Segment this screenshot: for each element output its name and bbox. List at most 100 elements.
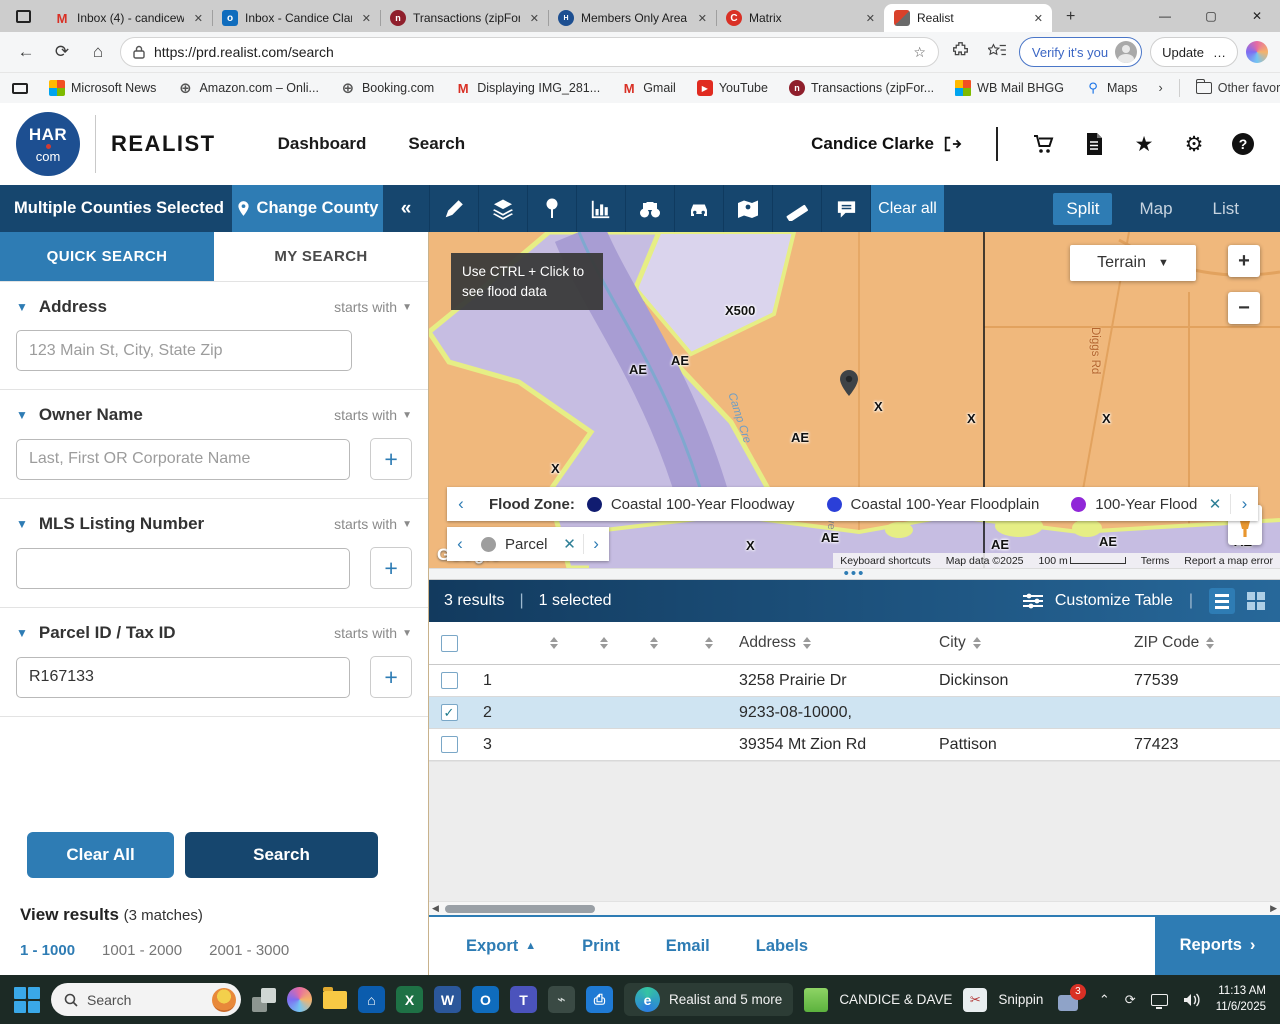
zoom-out-button[interactable]: − (1228, 292, 1260, 324)
bookmarks-overflow-icon[interactable]: › (1159, 81, 1163, 95)
excel-icon[interactable]: X (396, 986, 423, 1013)
sync-icon[interactable]: ⟳ (1125, 992, 1136, 1008)
map-view-tool-button[interactable] (723, 185, 772, 232)
mls-input[interactable] (16, 548, 350, 589)
fax-printer-icon[interactable]: ⎙ (586, 986, 613, 1013)
chevron-down-icon[interactable]: ▼ (16, 517, 28, 531)
back-icon[interactable]: ← (12, 42, 40, 62)
parcel-id-input[interactable] (16, 657, 350, 698)
chip-close-icon[interactable]: ✕ (557, 535, 583, 553)
microsoft-store-icon[interactable]: ⌂ (358, 986, 385, 1013)
email-button[interactable]: Email (666, 937, 710, 956)
row-checkbox[interactable] (441, 736, 458, 753)
address-bar[interactable]: https://prd.realist.com/search ☆ (120, 37, 939, 67)
table-row-selected[interactable]: ✓ 2 9233-08-10000, (429, 697, 1280, 729)
tray-expand-icon[interactable]: ⌃ (1099, 992, 1110, 1008)
address-input[interactable] (16, 330, 352, 371)
chip-prev-icon[interactable]: ‹ (447, 534, 473, 554)
measure-tool-button[interactable] (772, 185, 821, 232)
notifications-icon[interactable]: 3 (1058, 988, 1084, 1012)
chevron-down-icon[interactable]: ▼ (16, 626, 28, 640)
column-zip[interactable]: ZIP Code (1134, 634, 1279, 652)
chart-tool-button[interactable] (576, 185, 625, 232)
tab-close-icon[interactable]: ✕ (527, 12, 542, 25)
keyboard-shortcuts-link[interactable]: Keyboard shortcuts (840, 555, 930, 567)
page-range-2[interactable]: 1001 - 2000 (102, 942, 182, 959)
document-icon[interactable] (1082, 132, 1106, 156)
legend-prev-icon[interactable]: ‹ (447, 494, 475, 514)
table-row[interactable]: 1 3258 Prairie Dr Dickinson 77539 (429, 665, 1280, 697)
pin-tool-button[interactable] (527, 185, 576, 232)
change-county-button[interactable]: Change County (232, 185, 383, 232)
chevron-down-icon[interactable]: ▼ (16, 408, 28, 422)
zoom-in-button[interactable]: + (1228, 245, 1260, 277)
close-button[interactable]: ✕ (1234, 0, 1280, 32)
sort-column[interactable] (579, 637, 629, 649)
tab-matrix[interactable]: C Matrix ✕ (716, 4, 884, 32)
cart-icon[interactable] (1032, 132, 1056, 156)
search-area-tool-button[interactable] (625, 185, 674, 232)
snipping-tool-icon[interactable]: ✂ (963, 988, 987, 1012)
task-view-icon[interactable] (252, 988, 276, 1012)
column-city[interactable]: City (939, 634, 1134, 652)
add-mls-button[interactable]: + (370, 547, 412, 589)
print-button[interactable]: Print (582, 937, 620, 956)
nav-search[interactable]: Search (408, 134, 465, 154)
reports-button[interactable]: Reports› (1155, 915, 1280, 975)
add-parcel-button[interactable]: + (370, 656, 412, 698)
sort-column[interactable] (679, 637, 739, 649)
scroll-left-icon[interactable]: ◀ (432, 903, 439, 914)
scroll-right-icon[interactable]: ▶ (1270, 903, 1277, 914)
tab-quick-search[interactable]: QUICK SEARCH (0, 232, 214, 281)
table-row[interactable]: 3 39354 Mt Zion Rd Pattison 77423 (429, 729, 1280, 761)
row-checkbox[interactable] (441, 672, 458, 689)
scrollbar-thumb[interactable] (445, 905, 595, 913)
extensions-icon[interactable] (947, 41, 975, 63)
row-checkbox-checked[interactable]: ✓ (441, 704, 458, 721)
gear-icon[interactable]: ⚙ (1182, 132, 1206, 156)
help-icon[interactable]: ? (1232, 133, 1254, 155)
nav-dashboard[interactable]: Dashboard (278, 134, 367, 154)
clear-all-button[interactable]: Clear All (27, 832, 174, 878)
drive-time-tool-button[interactable] (674, 185, 723, 232)
workspaces-icon[interactable] (8, 4, 38, 28)
bookmark-youtube[interactable]: ▶YouTube (697, 80, 768, 96)
page-range-1[interactable]: 1 - 1000 (20, 942, 75, 959)
bookmark-microsoft-news[interactable]: Microsoft News (49, 80, 156, 96)
terrain-dropdown[interactable]: Terrain▼ (1070, 245, 1196, 281)
sort-column[interactable] (629, 637, 679, 649)
report-map-error-link[interactable]: Report a map error (1184, 555, 1273, 567)
outlook-icon[interactable]: O (472, 986, 499, 1013)
map-marker-icon[interactable] (840, 370, 858, 396)
bookmark-transactions[interactable]: nTransactions (zipFor... (789, 80, 934, 96)
add-owner-button[interactable]: + (370, 438, 412, 480)
bookmark-maps[interactable]: ⚲Maps (1085, 80, 1138, 96)
bookmark-gmail[interactable]: MGmail (621, 80, 676, 96)
edge-window-group[interactable]: e Realist and 5 more (624, 983, 793, 1016)
chip-next-icon[interactable]: › (583, 534, 609, 554)
bookmark-wb-mail[interactable]: WB Mail BHGG (955, 80, 1064, 96)
legend-next-icon[interactable]: › (1230, 494, 1258, 514)
start-button[interactable] (14, 987, 40, 1013)
star-icon[interactable]: ★ (1132, 132, 1156, 156)
tab-inbox-gmail[interactable]: M Inbox (4) - candicew ✕ (44, 4, 212, 32)
scanner-icon[interactable]: ⌁ (548, 986, 575, 1013)
copilot-icon[interactable] (287, 987, 312, 1012)
word-icon[interactable]: W (434, 986, 461, 1013)
labels-button[interactable]: Labels (756, 937, 808, 956)
export-button[interactable]: Export▲ (466, 937, 536, 956)
tab-realist-active[interactable]: Realist ✕ (884, 4, 1052, 32)
tab-transactions[interactable]: n Transactions (zipFor ✕ (380, 4, 548, 32)
verify-profile-button[interactable]: Verify it's you (1019, 37, 1142, 67)
tab-close-icon[interactable]: ✕ (1031, 12, 1046, 25)
search-button[interactable]: Search (185, 832, 378, 878)
column-address[interactable]: Address (739, 634, 939, 652)
tab-close-icon[interactable]: ✕ (863, 12, 878, 25)
tab-close-icon[interactable]: ✕ (191, 12, 206, 25)
new-tab-button[interactable]: + (1066, 8, 1075, 26)
select-all-checkbox[interactable] (441, 635, 458, 652)
favorites-bar-icon[interactable] (983, 42, 1011, 63)
user-menu[interactable]: Candice Clarke (811, 134, 962, 154)
other-favorites[interactable]: Other favorites (1196, 81, 1280, 95)
list-view-toggle[interactable] (1209, 588, 1235, 614)
